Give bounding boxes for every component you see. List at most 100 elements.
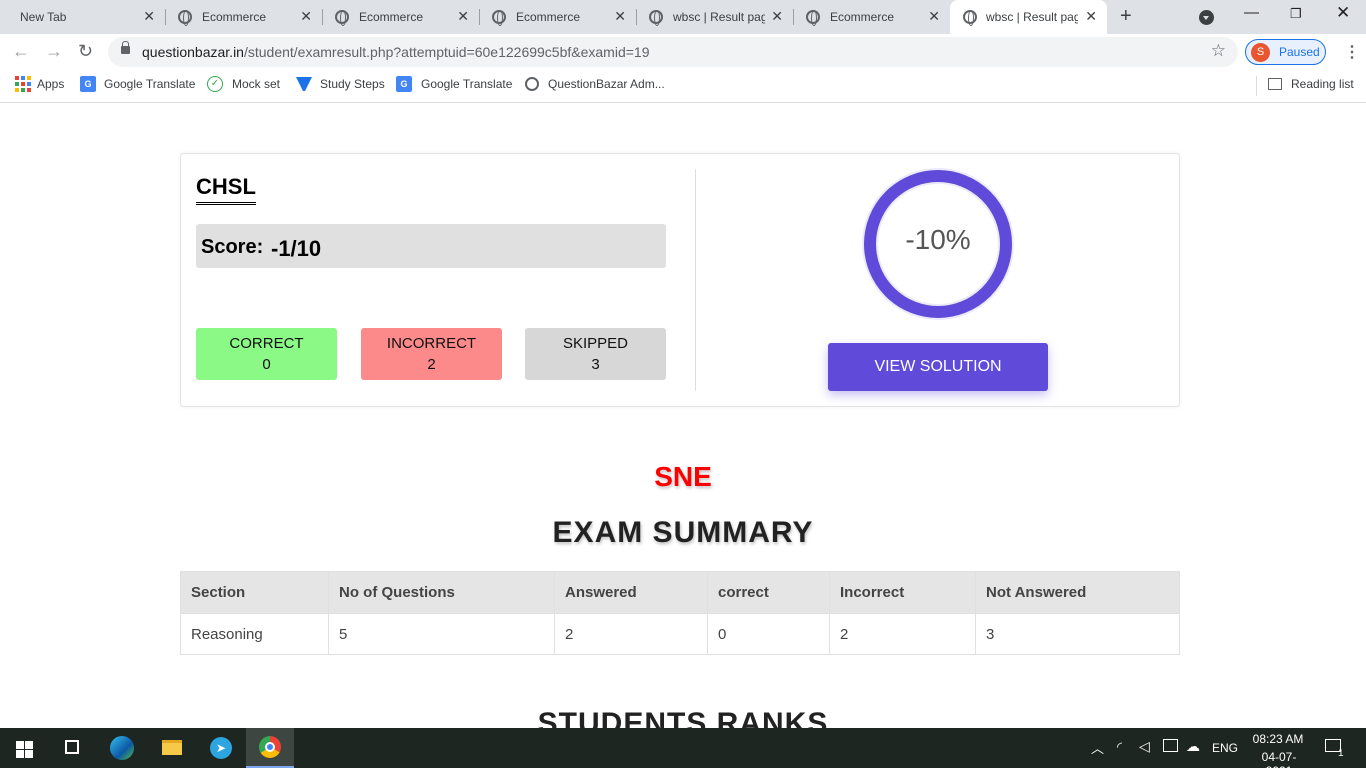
bookmark-label: Google Translate bbox=[104, 77, 196, 91]
notification-count: 1 bbox=[1338, 748, 1344, 759]
tab-title: Ecommerce bbox=[202, 10, 267, 24]
tab-ecommerce[interactable]: Ecommerce ✕ bbox=[313, 0, 479, 34]
google-translate-icon: G bbox=[396, 76, 412, 92]
tab-ecommerce[interactable]: Ecommerce ✕ bbox=[470, 0, 636, 34]
tab-search-icon[interactable] bbox=[1199, 10, 1214, 25]
address-bar[interactable]: questionbazar.in/student/examresult.php?… bbox=[108, 37, 1238, 67]
globe-icon bbox=[963, 10, 977, 26]
browser-toolbar: ← → ↻ questionbazar.in/student/examresul… bbox=[0, 34, 1366, 70]
column-header: Incorrect bbox=[829, 571, 976, 614]
close-icon[interactable]: ✕ bbox=[300, 8, 312, 25]
close-icon[interactable]: ✕ bbox=[1085, 8, 1097, 25]
table-row: Reasoning 5 2 0 2 3 bbox=[180, 613, 1180, 655]
tab-new-tab[interactable]: New Tab ✕ bbox=[0, 0, 165, 34]
windows-start-icon[interactable] bbox=[0, 728, 48, 768]
bookmark-label: Google Translate bbox=[421, 77, 513, 91]
tab-strip: New Tab ✕ Ecommerce ✕ Ecommerce ✕ Ecomme… bbox=[0, 0, 1366, 34]
students-ranks-title: STUDENTS RANKS bbox=[537, 707, 829, 728]
new-tab-button[interactable]: + bbox=[1120, 5, 1132, 28]
file-explorer-icon[interactable] bbox=[148, 728, 196, 768]
tab-ecommerce[interactable]: Ecommerce ✕ bbox=[784, 0, 950, 34]
profile-button[interactable]: S Paused bbox=[1245, 39, 1326, 65]
close-icon[interactable]: ✕ bbox=[614, 8, 626, 25]
url-host: questionbazar.in bbox=[142, 44, 244, 60]
tab-title: Ecommerce bbox=[830, 10, 895, 24]
avatar: S bbox=[1251, 43, 1270, 62]
bookmark-star-icon[interactable]: ☆ bbox=[1211, 41, 1226, 61]
globe-icon bbox=[525, 77, 539, 91]
edge-icon[interactable] bbox=[98, 728, 146, 768]
globe-icon bbox=[178, 10, 192, 26]
skipped-stat: SKIPPED 3 bbox=[525, 328, 666, 380]
tab-ecommerce[interactable]: Ecommerce ✕ bbox=[156, 0, 322, 34]
table-cell: 2 bbox=[554, 613, 708, 655]
column-header: Not Answered bbox=[975, 571, 1180, 614]
chevron-up-icon[interactable]: ︿ bbox=[1091, 738, 1104, 757]
exam-summary-table: Section No of Questions Answered correct… bbox=[180, 571, 1180, 655]
onedrive-cloud-icon[interactable]: ☁ bbox=[1186, 738, 1200, 755]
task-view-icon[interactable] bbox=[48, 728, 96, 768]
correct-value: 0 bbox=[262, 356, 271, 373]
windows-taskbar: ➤ ︿ ◜ ◁ ☁ ENG 08:23 AM 04-07-2021 1 bbox=[0, 728, 1366, 778]
view-solution-button[interactable]: VIEW SOLUTION bbox=[828, 343, 1048, 391]
close-icon[interactable]: ✕ bbox=[457, 8, 469, 25]
column-header: Section bbox=[180, 571, 329, 614]
tab-wbsc-result[interactable]: wbsc | Result pag ✕ bbox=[627, 0, 793, 34]
url-text[interactable]: questionbazar.in/student/examresult.php?… bbox=[142, 44, 649, 60]
close-icon[interactable]: ✕ bbox=[928, 8, 940, 25]
reload-button[interactable]: ↻ bbox=[78, 41, 93, 62]
google-translate-icon: G bbox=[80, 76, 96, 92]
table-cell: 5 bbox=[328, 613, 555, 655]
check-circle-icon: ✓ bbox=[207, 76, 223, 92]
chrome-taskbar-icon[interactable] bbox=[246, 728, 294, 768]
globe-icon bbox=[492, 10, 506, 26]
bookmark-label: Mock set bbox=[232, 77, 281, 91]
exam-title: CHSL bbox=[196, 174, 256, 205]
table-cell: 0 bbox=[707, 613, 830, 655]
score-label: Score: bbox=[201, 236, 264, 258]
skipped-label: SKIPPED bbox=[562, 335, 629, 352]
wifi-icon[interactable]: ◜ bbox=[1117, 739, 1122, 755]
close-icon[interactable]: ✕ bbox=[143, 8, 155, 25]
close-icon[interactable]: ✕ bbox=[771, 8, 783, 25]
tab-title: wbsc | Result pag bbox=[986, 10, 1078, 24]
clock-date[interactable]: 04-07-2021 bbox=[1250, 750, 1308, 778]
result-card: CHSL Score: -1/10 CORRECT 0 INCORRECT 2 … bbox=[180, 153, 1180, 407]
skipped-value: 3 bbox=[591, 356, 600, 373]
table-cell: 3 bbox=[975, 613, 1180, 655]
reading-list-icon bbox=[1268, 78, 1282, 90]
browser-menu-icon[interactable]: ⋮ bbox=[1344, 42, 1360, 62]
reading-list-label: Reading list bbox=[1291, 77, 1354, 91]
url-path: /student/examresult.php?attemptuid=60e12… bbox=[243, 44, 650, 60]
volume-muted-icon[interactable]: ◁ bbox=[1139, 738, 1150, 755]
tab-title: Ecommerce bbox=[359, 10, 424, 24]
minimize-button[interactable]: — bbox=[1244, 4, 1259, 21]
card-divider bbox=[695, 169, 696, 391]
back-button[interactable]: ← bbox=[12, 41, 30, 62]
telegram-icon[interactable]: ➤ bbox=[197, 728, 245, 768]
globe-icon bbox=[335, 10, 349, 26]
lock-icon[interactable] bbox=[121, 41, 130, 54]
score-bar: Score: -1/10 bbox=[196, 224, 666, 268]
profile-status: Paused bbox=[1279, 45, 1320, 59]
incorrect-stat: INCORRECT 2 bbox=[361, 328, 502, 380]
bookmarks-bar: Apps G Google Translate ✓ Mock set Study… bbox=[0, 70, 1366, 103]
language-indicator[interactable]: ENG bbox=[1212, 741, 1238, 755]
clock-time[interactable]: 08:23 AM bbox=[1250, 732, 1306, 746]
tab-title: Ecommerce bbox=[516, 10, 581, 24]
table-cell: 2 bbox=[829, 613, 976, 655]
column-header: No of Questions bbox=[328, 571, 555, 614]
correct-label: CORRECT bbox=[229, 335, 304, 352]
bookmark-label: Apps bbox=[37, 77, 65, 91]
bookmark-label: Study Steps bbox=[320, 77, 385, 91]
action-center-app-icon[interactable] bbox=[1163, 739, 1178, 752]
page-content: CHSL Score: -1/10 CORRECT 0 INCORRECT 2 … bbox=[0, 103, 1366, 728]
forward-button[interactable]: → bbox=[45, 41, 63, 62]
tab-title: New Tab bbox=[20, 10, 67, 24]
percentage-ring: -10% bbox=[864, 170, 1012, 318]
bookmark-label: QuestionBazar Adm... bbox=[548, 77, 665, 91]
window-close-button[interactable]: ✕ bbox=[1336, 3, 1350, 23]
correct-stat: CORRECT 0 bbox=[196, 328, 337, 380]
tab-wbsc-result-active[interactable]: wbsc | Result pag ✕ bbox=[950, 0, 1107, 34]
restore-button[interactable]: ❐ bbox=[1290, 6, 1302, 22]
